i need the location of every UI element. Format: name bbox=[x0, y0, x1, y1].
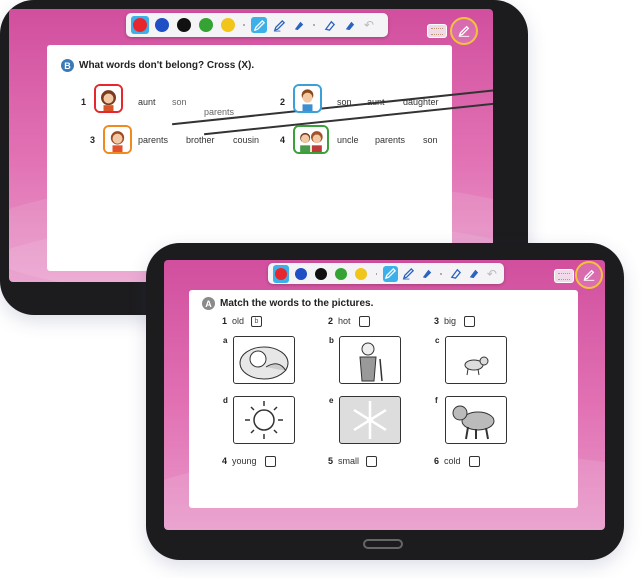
word-option[interactable]: daughter bbox=[403, 97, 439, 107]
exercise-badge: B bbox=[61, 59, 74, 72]
answer-box[interactable] bbox=[265, 456, 276, 467]
undo-icon[interactable]: ↶ bbox=[361, 17, 377, 33]
word-option[interactable]: son bbox=[337, 97, 352, 107]
answer-box[interactable] bbox=[464, 316, 475, 327]
highlighter-tool-icon[interactable] bbox=[402, 266, 416, 282]
color-red-button[interactable] bbox=[273, 264, 290, 283]
answer-box[interactable] bbox=[469, 456, 480, 467]
color-yellow-button[interactable] bbox=[353, 265, 369, 283]
match-word: small bbox=[338, 456, 360, 466]
toolbar-divider bbox=[375, 272, 378, 275]
worksheet-page-a: A Match the words to the pictures. 1 old … bbox=[189, 290, 578, 508]
instruction-text: What words don't belong? Cross (X). bbox=[79, 60, 255, 72]
tablet-bottom-screen: ↶ A Match the words to the pictures. 1 ol… bbox=[164, 260, 605, 530]
marker-tool-icon[interactable] bbox=[420, 266, 434, 282]
picture-label: b bbox=[329, 336, 334, 345]
color-black-button[interactable] bbox=[313, 265, 329, 283]
home-button[interactable] bbox=[363, 539, 403, 549]
girl-avatar-icon bbox=[103, 125, 132, 154]
word-option[interactable]: aunt bbox=[367, 97, 385, 107]
item-number: 2 bbox=[280, 97, 286, 107]
small-dog-icon bbox=[445, 336, 507, 384]
baby-icon bbox=[233, 336, 295, 384]
clear-eraser-tool-icon[interactable] bbox=[466, 266, 480, 282]
item-number: 3 bbox=[90, 135, 96, 145]
word-option[interactable]: cousin bbox=[233, 135, 259, 145]
color-yellow-button[interactable] bbox=[219, 16, 237, 34]
match-word: cold bbox=[444, 456, 461, 466]
match-word: hot bbox=[338, 316, 351, 326]
word-option[interactable]: uncle bbox=[337, 135, 359, 145]
word-option[interactable]: son bbox=[423, 135, 438, 145]
picture-label: d bbox=[223, 396, 228, 405]
pen-tool-icon[interactable] bbox=[383, 265, 398, 282]
keyboard-icon[interactable] bbox=[427, 24, 447, 38]
worksheet-page-b: B What words don't belong? Cross (X). 1 a… bbox=[47, 45, 452, 271]
sun-icon bbox=[233, 396, 295, 444]
item-number: 1 bbox=[81, 97, 87, 107]
annotate-pen-button[interactable] bbox=[450, 17, 478, 45]
picture-label: e bbox=[329, 396, 334, 405]
pen-tool-icon[interactable] bbox=[251, 17, 267, 33]
tablet-bottom: ↶ A Match the words to the pictures. 1 ol… bbox=[146, 243, 624, 560]
snowflake-icon bbox=[339, 396, 401, 444]
item-number: 6 bbox=[434, 456, 440, 466]
item-number: 5 bbox=[328, 456, 334, 466]
color-black-button[interactable] bbox=[175, 16, 193, 34]
match-word: young bbox=[232, 456, 257, 466]
exercise-title: A Match the words to the pictures. bbox=[202, 297, 373, 310]
item-number: 1 bbox=[222, 316, 228, 326]
instruction-text: Match the words to the pictures. bbox=[220, 298, 374, 310]
annotation-toolbar: ↶ bbox=[126, 13, 388, 37]
match-word: old bbox=[232, 316, 245, 326]
exercise-badge: A bbox=[202, 297, 215, 310]
clear-eraser-tool-icon[interactable] bbox=[341, 17, 357, 33]
item-number: 2 bbox=[328, 316, 334, 326]
marker-tool-icon[interactable] bbox=[291, 17, 307, 33]
answer-box[interactable] bbox=[359, 316, 370, 327]
match-word: big bbox=[444, 316, 457, 326]
boy-avatar-icon bbox=[293, 84, 322, 113]
word-option[interactable]: brother bbox=[186, 135, 215, 145]
color-red-button[interactable] bbox=[131, 16, 149, 34]
eraser-tool-icon[interactable] bbox=[448, 266, 462, 282]
toolbar-divider bbox=[313, 24, 315, 26]
annotate-pen-button[interactable] bbox=[575, 261, 603, 289]
word-option-crossed[interactable]: parents bbox=[204, 107, 493, 117]
couple-avatar-icon bbox=[293, 125, 329, 154]
word-option-crossed[interactable]: son bbox=[172, 97, 493, 107]
color-blue-button[interactable] bbox=[293, 265, 309, 283]
tablet-top-screen: ↶ B What words don't belong? Cross (X). 1… bbox=[9, 9, 493, 282]
word-option[interactable]: parents bbox=[138, 135, 168, 145]
highlighter-tool-icon[interactable] bbox=[271, 17, 287, 33]
annotation-toolbar: ↶ bbox=[268, 263, 504, 284]
toolbar-divider bbox=[243, 24, 245, 26]
woman-avatar-icon bbox=[94, 84, 123, 113]
picture-label: c bbox=[435, 336, 440, 345]
item-number: 4 bbox=[280, 135, 286, 145]
undo-icon[interactable]: ↶ bbox=[485, 266, 499, 282]
color-green-button[interactable] bbox=[197, 16, 215, 34]
color-blue-button[interactable] bbox=[153, 16, 171, 34]
answer-box[interactable]: b bbox=[251, 316, 262, 327]
color-green-button[interactable] bbox=[333, 265, 349, 283]
big-dog-icon bbox=[445, 396, 507, 444]
word-option[interactable]: aunt bbox=[138, 97, 156, 107]
eraser-tool-icon[interactable] bbox=[321, 17, 337, 33]
toolbar-divider bbox=[440, 272, 443, 275]
item-number: 4 bbox=[222, 456, 228, 466]
item-number: 3 bbox=[434, 316, 440, 326]
answer-box[interactable] bbox=[366, 456, 377, 467]
word-option[interactable]: parents bbox=[375, 135, 405, 145]
picture-label: a bbox=[223, 336, 228, 345]
old-man-icon bbox=[339, 336, 401, 384]
picture-label: f bbox=[435, 396, 438, 405]
keyboard-icon[interactable] bbox=[554, 269, 574, 283]
exercise-title: B What words don't belong? Cross (X). bbox=[61, 59, 254, 72]
